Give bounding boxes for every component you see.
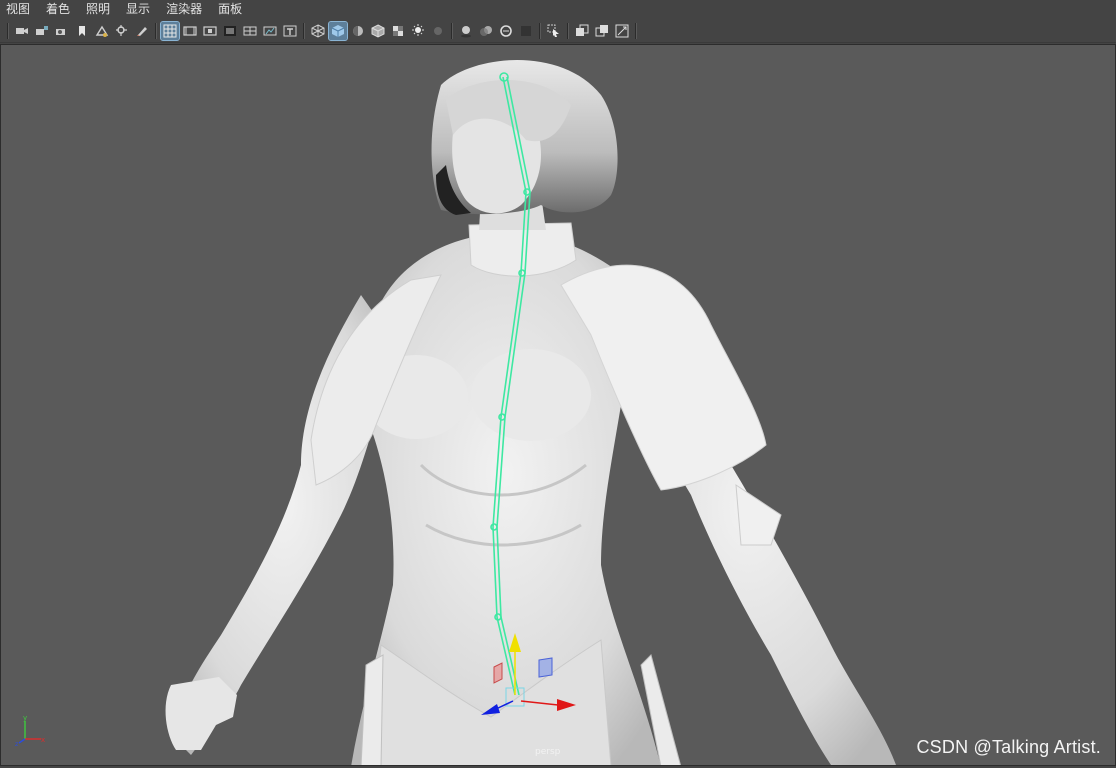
manip-xy-plane-handle[interactable] bbox=[538, 657, 553, 678]
camera-icon[interactable] bbox=[13, 22, 31, 40]
resolution-gate-icon[interactable] bbox=[201, 22, 219, 40]
safe-title-icon[interactable] bbox=[281, 22, 299, 40]
safe-action-icon[interactable] bbox=[261, 22, 279, 40]
toolbar-separator bbox=[451, 22, 453, 39]
shadows-icon[interactable] bbox=[429, 22, 447, 40]
isolate-select-icon[interactable] bbox=[545, 22, 563, 40]
toolbar-separator bbox=[7, 22, 9, 39]
default-material-icon[interactable] bbox=[349, 22, 367, 40]
model-right-bracer bbox=[735, 484, 782, 546]
smooth-shade-icon[interactable] bbox=[328, 20, 348, 41]
toolbar-separator bbox=[567, 22, 569, 39]
depth-of-field-icon[interactable] bbox=[517, 22, 535, 40]
model-chest-right bbox=[471, 349, 591, 441]
menu-lighting[interactable]: 照明 bbox=[86, 0, 110, 19]
toolbar-separator bbox=[303, 22, 305, 39]
axis-x-label: x bbox=[41, 736, 45, 744]
gate-mask-icon[interactable] bbox=[221, 22, 239, 40]
menu-shading[interactable]: 着色 bbox=[46, 0, 70, 19]
toolbar-separator bbox=[635, 22, 637, 39]
manip-yz-plane-handle[interactable] bbox=[493, 662, 503, 684]
toolbar-separator bbox=[155, 22, 157, 39]
grid-icon[interactable] bbox=[160, 20, 180, 41]
watermark-text: CSDN @Talking Artist. bbox=[916, 737, 1101, 757]
bookmark-icon[interactable] bbox=[73, 22, 91, 40]
character-model[interactable] bbox=[165, 60, 896, 766]
screen-space-ao-icon[interactable] bbox=[457, 22, 475, 40]
perspective-viewport[interactable]: y x z persp CSDN @Talking Artist. bbox=[0, 44, 1116, 766]
toolbar-separator bbox=[539, 22, 541, 39]
menu-bar: 视图 着色 照明 显示 渲染器 面板 bbox=[0, 0, 1116, 19]
xray-active-icon[interactable] bbox=[593, 22, 611, 40]
scene-canvas[interactable] bbox=[1, 45, 1116, 766]
model-thigh-guard-left bbox=[360, 654, 384, 765]
menu-view[interactable]: 视图 bbox=[6, 0, 30, 19]
motion-blur-icon[interactable] bbox=[477, 22, 495, 40]
camera-lock-icon[interactable] bbox=[53, 22, 71, 40]
viewport-toolbar bbox=[0, 19, 1116, 43]
axis-y-label: y bbox=[23, 714, 27, 722]
grease-pencil-icon[interactable] bbox=[133, 22, 151, 40]
menu-renderer[interactable]: 渲染器 bbox=[166, 0, 202, 19]
camera-name-label: persp bbox=[535, 747, 561, 757]
axis-gizmo: y x z bbox=[15, 714, 45, 747]
model-left-hand bbox=[165, 677, 237, 750]
axis-z-line bbox=[18, 738, 26, 744]
xray-icon[interactable] bbox=[573, 22, 591, 40]
wireframe-icon[interactable] bbox=[309, 22, 327, 40]
shaded-wireframe-icon[interactable] bbox=[369, 22, 387, 40]
textured-icon[interactable] bbox=[389, 22, 407, 40]
xray-joints-icon[interactable] bbox=[613, 22, 631, 40]
pan-zoom-icon[interactable] bbox=[113, 22, 131, 40]
lights-icon[interactable] bbox=[409, 22, 427, 40]
film-gate-icon[interactable] bbox=[181, 22, 199, 40]
axis-z-label: z bbox=[15, 741, 18, 747]
menu-show[interactable]: 显示 bbox=[126, 0, 150, 19]
field-chart-icon[interactable] bbox=[241, 22, 259, 40]
multisample-aa-icon[interactable] bbox=[497, 22, 515, 40]
menu-panels[interactable]: 面板 bbox=[218, 0, 242, 19]
camera-attributes-icon[interactable] bbox=[33, 22, 51, 40]
image-plane-icon[interactable] bbox=[93, 22, 111, 40]
